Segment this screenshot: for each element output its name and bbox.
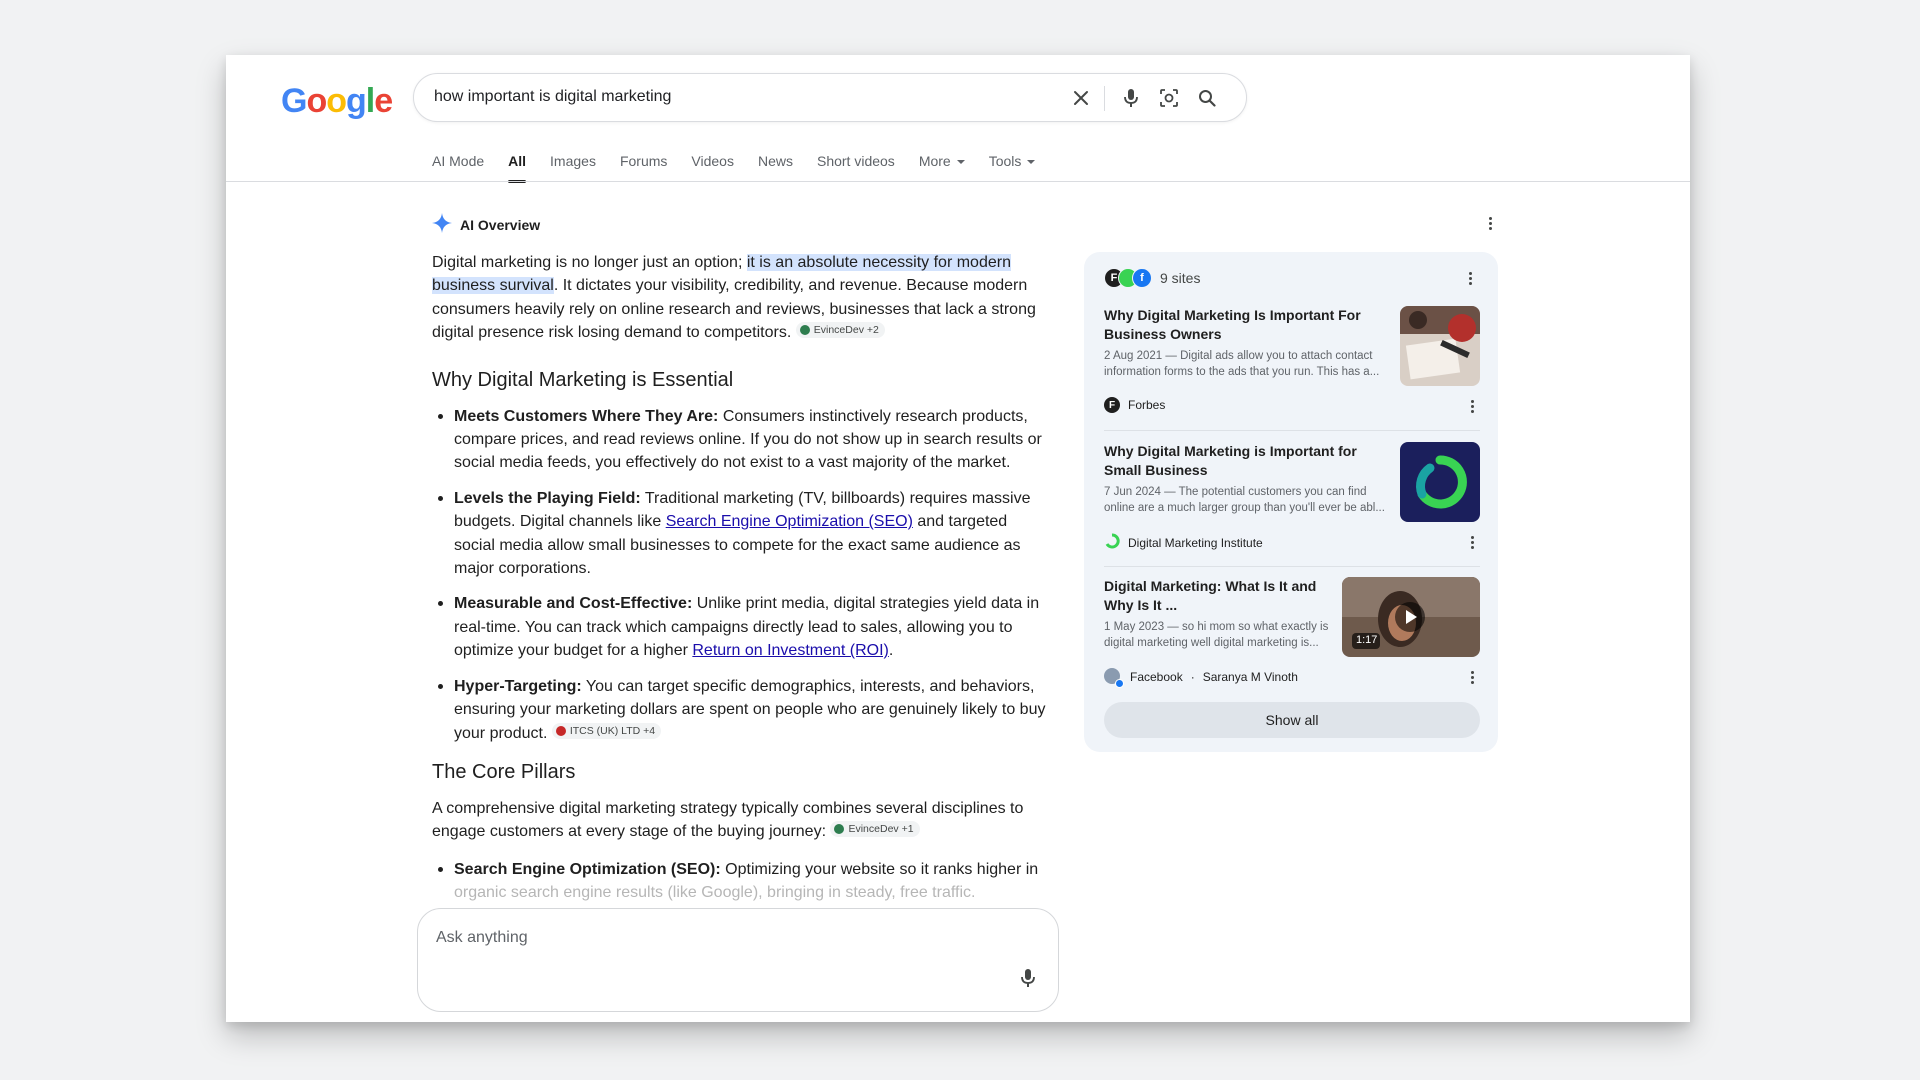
ask-input[interactable]: Ask anything (436, 929, 528, 947)
card-divider (1104, 430, 1480, 431)
tab-videos[interactable]: Videos (691, 153, 734, 183)
ask-anything-box[interactable]: Ask anything (417, 908, 1059, 1012)
microphone-icon[interactable] (1020, 968, 1036, 993)
caret-down-icon (1027, 160, 1036, 165)
show-all-button[interactable]: Show all (1104, 702, 1480, 738)
card-snippet: 1 May 2023 — so hi mom so what exactly i… (1104, 621, 1329, 649)
search-input[interactable]: how important is digital marketing (434, 88, 671, 106)
ai-overview-menu-icon[interactable] (1482, 215, 1498, 231)
sources-panel: F f 9 sites Why Digital Marketing Is Imp… (1084, 252, 1498, 752)
source-chip[interactable]: ITCS (UK) LTD +4 (551, 722, 662, 739)
ai-overview-header: AI Overview (432, 213, 540, 236)
evincedev-icon (799, 325, 810, 336)
ai-overview-content: Digital marketing is no longer just an o… (432, 251, 1048, 917)
sources-header[interactable]: F f 9 sites (1104, 268, 1200, 288)
clear-icon[interactable] (1068, 85, 1094, 111)
intro-paragraph: Digital marketing is no longer just an o… (432, 254, 1036, 342)
sites-count: 9 sites (1160, 270, 1201, 286)
list-item: Meets Customers Where They Are: Consumer… (432, 405, 1048, 475)
search-tabs: AI Mode All Images Forums Videos News Sh… (432, 153, 1059, 183)
card-snippet: 2 Aug 2021 — Digital ads allow you to at… (1104, 350, 1380, 378)
pillars-paragraph: A comprehensive digital marketing strate… (432, 799, 1024, 841)
pillars-list: Search Engine Optimization (SEO): Optimi… (432, 858, 1048, 905)
source-chip[interactable]: EvinceDev +1 (830, 821, 920, 838)
video-duration: 1:17 (1356, 634, 1378, 646)
list-item: Measurable and Cost-Effective: Unlike pr… (432, 592, 1048, 662)
caret-down-icon (956, 160, 965, 165)
card-source[interactable]: Digital Marketing Institute (1104, 533, 1263, 552)
card-divider (1104, 566, 1480, 567)
header-divider (226, 181, 1690, 182)
card-title[interactable]: Digital Marketing: What Is It and Why Is… (1104, 577, 1334, 615)
sparkle-icon (432, 213, 452, 236)
camera-lens-icon[interactable] (1156, 85, 1182, 111)
search-box[interactable]: how important is digital marketing (413, 73, 1247, 122)
browser-window: Google how important is digital marketin… (226, 55, 1690, 1022)
search-icon[interactable] (1194, 85, 1220, 111)
card-thumbnail[interactable] (1400, 306, 1480, 386)
tab-images[interactable]: Images (550, 153, 596, 183)
tab-ai-mode[interactable]: AI Mode (432, 153, 484, 183)
seo-link[interactable]: Search Engine Optimization (SEO) (666, 513, 913, 530)
source-card[interactable]: Digital Marketing: What Is It and Why Is… (1104, 577, 1480, 689)
facebook-icon (1115, 679, 1124, 688)
list-item: Search Engine Optimization (SEO): Optimi… (432, 858, 1048, 905)
panel-menu-icon[interactable] (1462, 270, 1478, 286)
card-title[interactable]: Why Digital Marketing is Important for S… (1104, 442, 1392, 480)
card-menu-icon[interactable] (1464, 398, 1480, 414)
tab-tools[interactable]: Tools (989, 153, 1036, 183)
source-chip[interactable]: EvinceDev +2 (795, 322, 885, 339)
google-logo[interactable]: Google (281, 82, 393, 121)
search-divider (1104, 86, 1105, 111)
itcs-icon (555, 725, 566, 736)
card-menu-icon[interactable] (1464, 534, 1480, 550)
tab-more[interactable]: More (919, 153, 965, 183)
tab-all[interactable]: All (508, 153, 526, 183)
source-favicons: F f (1104, 268, 1152, 288)
list-item: Levels the Playing Field: Traditional ma… (432, 487, 1048, 581)
tab-short-videos[interactable]: Short videos (817, 153, 895, 183)
card-menu-icon[interactable] (1464, 669, 1480, 685)
card-snippet: 7 Jun 2024 — The potential customers you… (1104, 486, 1385, 514)
reasons-list: Meets Customers Where They Are: Consumer… (432, 405, 1048, 745)
avatar (1104, 668, 1124, 688)
evincedev-icon (834, 824, 845, 835)
card-thumbnail[interactable] (1400, 442, 1480, 522)
card-source[interactable]: Facebook · Saranya M Vinoth (1104, 668, 1298, 688)
microphone-icon[interactable] (1118, 85, 1144, 111)
tab-forums[interactable]: Forums (620, 153, 667, 183)
source-card[interactable]: Why Digital Marketing is Important for S… (1104, 442, 1480, 554)
section-heading: The Core Pillars (432, 760, 576, 783)
roi-link[interactable]: Return on Investment (ROI) (692, 642, 889, 659)
section-heading: Why Digital Marketing is Essential (432, 368, 734, 391)
source-card[interactable]: Why Digital Marketing Is Important For B… (1104, 306, 1480, 418)
forbes-icon: F (1104, 397, 1120, 413)
list-item: Hyper-Targeting: You can target specific… (432, 675, 1048, 745)
tab-news[interactable]: News (758, 153, 793, 183)
card-title[interactable]: Why Digital Marketing Is Important For B… (1104, 306, 1392, 344)
card-source[interactable]: F Forbes (1104, 397, 1165, 413)
ai-overview-title: AI Overview (460, 216, 541, 233)
facebook-icon: f (1132, 268, 1152, 288)
video-thumbnail[interactable]: 1:17 (1342, 577, 1480, 657)
dmi-icon (1104, 533, 1120, 552)
